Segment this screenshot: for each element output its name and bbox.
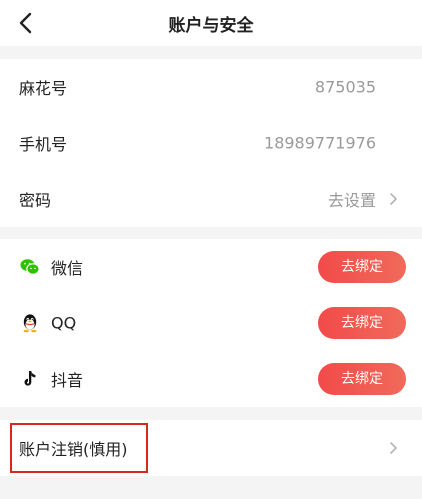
douyin-bind-button[interactable]: 去绑定 xyxy=(318,363,406,395)
qq-bind-button[interactable]: 去绑定 xyxy=(318,307,406,339)
highlight-annotation-box xyxy=(10,423,148,473)
social-row-qq: QQ 去绑定 xyxy=(0,295,422,351)
mahua-id-label: 麻花号 xyxy=(19,79,68,98)
section-divider xyxy=(0,476,422,499)
qq-label: QQ xyxy=(51,313,77,333)
section-divider xyxy=(0,46,422,59)
chevron-right-icon xyxy=(390,193,397,205)
qq-icon xyxy=(23,314,37,333)
douyin-label: 抖音 xyxy=(51,371,84,390)
password-value: 去设置 xyxy=(327,191,376,210)
chevron-right-icon xyxy=(390,442,397,454)
social-row-douyin: 抖音 去绑定 xyxy=(0,351,422,407)
phone-label: 手机号 xyxy=(19,135,68,154)
wechat-icon xyxy=(20,259,40,275)
mahua-id-value: 875035 xyxy=(314,77,376,97)
wechat-label: 微信 xyxy=(51,259,84,278)
douyin-icon xyxy=(24,371,36,386)
wechat-bind-button[interactable]: 去绑定 xyxy=(318,251,406,283)
section-divider xyxy=(0,407,422,420)
password-label: 密码 xyxy=(19,191,52,210)
section-divider xyxy=(0,227,422,239)
page-title: 账户与安全 xyxy=(168,16,254,36)
mahua-id-row: 麻花号 875035 xyxy=(0,59,422,115)
phone-value: 18989771976 xyxy=(264,133,376,153)
password-row[interactable]: 密码 去设置 xyxy=(0,171,422,227)
phone-row: 手机号 18989771976 xyxy=(0,115,422,171)
header-bar: 账户与安全 xyxy=(0,0,422,46)
social-row-wechat: 微信 去绑定 xyxy=(0,239,422,295)
